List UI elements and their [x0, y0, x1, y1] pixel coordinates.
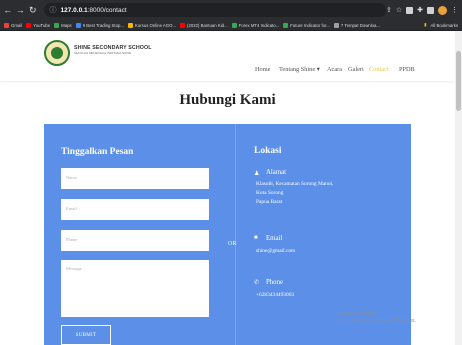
email-heading: Email	[266, 235, 283, 242]
bookmark-item[interactable]: Future Indicator for...	[283, 22, 330, 28]
school-logo[interactable]	[44, 40, 70, 66]
bookmark-label: Future Indicator for...	[290, 22, 330, 28]
profile-avatar[interactable]	[438, 5, 447, 15]
submit-label: SUBMIT	[75, 333, 97, 338]
bookmark-label: (2022) Bantuan Kid...	[187, 22, 228, 28]
phone-placeholder: Phone	[66, 237, 78, 242]
scroll-thumb[interactable]	[456, 51, 461, 111]
star-icon[interactable]: ☆	[396, 6, 402, 14]
bookmark-favicon-icon	[4, 22, 9, 28]
bookmark-label: Gmail	[11, 22, 23, 28]
bookmark-item[interactable]: Forex MT4 Indicato...	[231, 22, 280, 28]
site-header: SHINE SECONDARY SCHOOL SEKOLAH MENENGAH …	[0, 31, 455, 81]
bookmark-item[interactable]: Maps	[54, 22, 72, 28]
phone-value: +6283434493003	[256, 292, 295, 298]
bookmark-favicon-icon	[283, 22, 289, 28]
bookmark-item[interactable]: 7 Tempat Downloa...	[333, 22, 381, 28]
bookmark-label: YouTube	[33, 22, 51, 28]
bookmark-favicon-icon	[26, 22, 32, 28]
address-line: Papua Barat	[256, 199, 283, 205]
form-title: Tinggalkan Pesan	[61, 147, 134, 157]
email-field[interactable]: Email	[61, 199, 209, 220]
watermark-line: Activate Windows	[337, 311, 377, 317]
share-icon[interactable]: ⇪	[386, 6, 392, 14]
phone-field[interactable]: Phone	[61, 230, 209, 251]
location-title: Lokasi	[254, 146, 282, 156]
menu-item[interactable]: PPDB	[399, 66, 415, 73]
all-bookmarks[interactable]: ▮ All Bookmarks	[424, 22, 458, 28]
message-placeholder: Message	[66, 266, 82, 271]
message-field[interactable]: Message	[61, 260, 209, 317]
submit-button[interactable]: SUBMIT	[61, 325, 111, 345]
bookmark-favicon-icon	[54, 22, 60, 28]
bookmark-item[interactable]: (2022) Bantuan Kid...	[180, 22, 228, 28]
bookmark-label: 9 Best Trading Stop...	[82, 22, 124, 28]
bookmark-item[interactable]: 9 Best Trading Stop...	[75, 22, 124, 28]
bookmark-label: Maps	[61, 22, 72, 28]
page-title: Hubungi Kami	[179, 92, 276, 108]
sidepanel-icon[interactable]	[427, 6, 434, 14]
menu-icon[interactable]: ⋮	[451, 6, 458, 14]
bookmark-item[interactable]: Kursus Online AGO...	[127, 22, 177, 28]
address-url: 127.0.0.1:8000/contact	[60, 6, 127, 14]
bookmark-item[interactable]: Gmail	[4, 22, 23, 28]
address-line: Klasubi, Kecamatan Sorong Manoi,	[256, 181, 334, 187]
menu-item[interactable]: Acara	[327, 66, 342, 73]
windows-activation-watermark: Activate Windows Go to Settings to activ…	[337, 311, 416, 325]
bookmark-favicon-icon	[127, 22, 133, 28]
back-icon[interactable]: ←	[3, 5, 13, 15]
menu-item[interactable]: Tentang Shine ▾	[279, 66, 320, 73]
menu-item[interactable]: Galeri	[348, 66, 364, 73]
site-info-icon[interactable]: ⓘ	[50, 5, 57, 15]
forward-icon[interactable]: →	[16, 5, 26, 15]
column-divider	[235, 124, 236, 345]
school-subtitle: SEKOLAH MENENGAH PERTAMA SHINE	[74, 51, 132, 55]
bookmark-favicon-icon	[231, 22, 237, 28]
extension-icon[interactable]	[406, 6, 414, 14]
or-label: OR	[228, 241, 237, 247]
bookmark-favicon-icon	[75, 22, 81, 28]
name-field[interactable]: Name	[61, 168, 209, 189]
address-bar[interactable]: ⓘ 127.0.0.1:8000/contact	[43, 3, 386, 17]
bookmark-favicon-icon	[333, 22, 339, 28]
email-value: shine@gmail.com	[256, 248, 296, 254]
bookmark-label: Forex MT4 Indicato...	[238, 22, 280, 28]
phone-heading: Phone	[266, 279, 283, 286]
reload-icon[interactable]: ↻	[28, 5, 38, 16]
email-icon: ■	[254, 235, 258, 241]
bookmarks-bar: Gmail YouTube Maps 9 Best Trading Stop... Ku…	[0, 20, 462, 31]
name-placeholder: Name	[66, 175, 77, 180]
address-heading: Alamat	[266, 169, 287, 176]
page-scrollbar[interactable]	[455, 31, 462, 345]
watermark-line: Go to Settings to activate Windows.	[337, 318, 416, 324]
folder-icon: ▮	[424, 22, 427, 27]
email-placeholder: Email	[66, 206, 77, 211]
bookmark-label: 7 Tempat Downloa...	[340, 22, 381, 28]
browser-toolbar: ← → ↻ ⓘ 127.0.0.1:8000/contact ⇪ ☆ ✚ ⋮	[0, 0, 462, 20]
menu-item[interactable]: Home	[255, 66, 270, 73]
bookmark-favicon-icon	[180, 22, 186, 28]
phone-icon: ✆	[254, 280, 260, 286]
person-icon: ♟	[254, 171, 260, 177]
all-bookmarks-label: All Bookmarks	[430, 22, 458, 28]
puzzle-icon[interactable]: ✚	[417, 6, 423, 14]
menu-item[interactable]: Contact	[369, 66, 389, 73]
main-menu: Home Tentang Shine ▾ Acara Galeri Contact PPD…	[0, 66, 455, 76]
address-line: Kota Sorong	[256, 190, 284, 196]
bookmark-item[interactable]: YouTube	[26, 22, 51, 28]
bookmark-label: Kursus Online AGO...	[134, 22, 177, 28]
